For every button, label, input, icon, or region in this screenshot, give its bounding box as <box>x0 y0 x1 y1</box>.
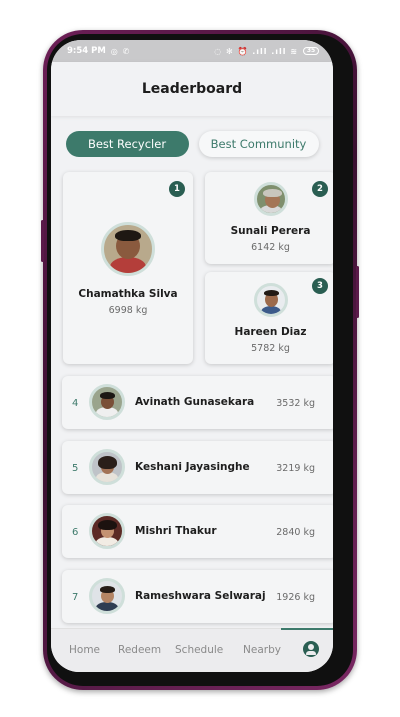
avatar <box>254 182 288 216</box>
page-title: Leaderboard <box>141 81 243 97</box>
podium-card-third[interactable]: 3 Hareen Diaz 5782 kg <box>205 272 333 364</box>
rank-badge: 3 <box>312 278 328 294</box>
winner-name: Chamathka Silva <box>78 288 178 300</box>
list-item[interactable]: 4 Avinath Gunasekara 3532 kg <box>62 376 333 429</box>
user-circle-icon[interactable] <box>303 641 319 657</box>
app-screen: 9:54 PM ◎ ✆ ◌ ✻ ⏰ .ıll .ıll ≋ 35 Leaderb… <box>51 40 333 672</box>
bottom-nav: Home Redeem Schedule Nearby <box>51 628 333 672</box>
avatar <box>89 578 125 614</box>
rank-badge: 1 <box>169 181 185 197</box>
nav-home[interactable]: Home <box>69 644 100 656</box>
winner-weight: 6998 kg <box>108 305 148 316</box>
third-place-weight: 5782 kg <box>251 343 290 354</box>
runner-up-weight: 6142 kg <box>251 242 290 253</box>
rank-badge: 2 <box>312 181 328 197</box>
list-item[interactable]: 5 Keshani Jayasinghe 3219 kg <box>62 441 333 494</box>
tab-best-community[interactable]: Best Community <box>198 131 319 157</box>
list-weight: 1926 kg <box>276 592 315 603</box>
nav-redeem[interactable]: Redeem <box>118 644 161 656</box>
list-name: Mishri Thakur <box>135 525 217 537</box>
list-name: Keshani Jayasinghe <box>135 461 250 473</box>
avatar <box>254 283 288 317</box>
battery-icon: 35 <box>303 47 319 55</box>
list-rank: 4 <box>72 398 79 409</box>
third-place-name: Hareen Diaz <box>234 326 307 338</box>
avatar <box>89 384 125 420</box>
status-time: 9:54 PM <box>67 46 106 56</box>
nav-schedule[interactable]: Schedule <box>175 644 223 656</box>
phone-frame: 9:54 PM ◎ ✆ ◌ ✻ ⏰ .ıll .ıll ≋ 35 Leaderb… <box>41 30 359 690</box>
podium-card-first[interactable]: 1 Chamathka Silva 6998 kg <box>63 172 193 364</box>
list-weight: 3219 kg <box>276 463 315 474</box>
active-tab-indicator <box>281 628 333 630</box>
avatar <box>89 513 125 549</box>
list-rank: 6 <box>72 527 79 538</box>
notification-icons: ◎ ✆ <box>110 46 131 56</box>
status-bar: 9:54 PM ◎ ✆ ◌ ✻ ⏰ .ıll .ıll ≋ 35 <box>51 40 333 62</box>
list-item[interactable]: 7 Rameshwara Selwaraj 1926 kg <box>62 570 333 623</box>
power-button <box>356 266 359 318</box>
avatar <box>101 222 155 276</box>
tab-best-recycler[interactable]: Best Recycler <box>65 131 189 157</box>
leaderboard-tabs: Best Recycler Best Community <box>51 131 333 157</box>
list-weight: 3532 kg <box>276 398 315 409</box>
avatar <box>89 449 125 485</box>
list-item[interactable]: 6 Mishri Thakur 2840 kg <box>62 505 333 558</box>
podium-card-second[interactable]: 2 Sunali Perera 6142 kg <box>205 172 333 264</box>
list-rank: 5 <box>72 463 79 474</box>
nav-nearby[interactable]: Nearby <box>243 644 281 656</box>
runner-up-name: Sunali Perera <box>230 225 311 237</box>
list-name: Avinath Gunasekara <box>135 396 255 408</box>
list-weight: 2840 kg <box>276 527 315 538</box>
app-header: Leaderboard <box>51 62 333 116</box>
list-name: Rameshwara Selwaraj <box>135 590 266 602</box>
list-rank: 7 <box>72 592 79 603</box>
system-status-icons: ◌ ✻ ⏰ .ıll .ıll ≋ <box>214 46 298 56</box>
volume-button <box>41 220 44 262</box>
